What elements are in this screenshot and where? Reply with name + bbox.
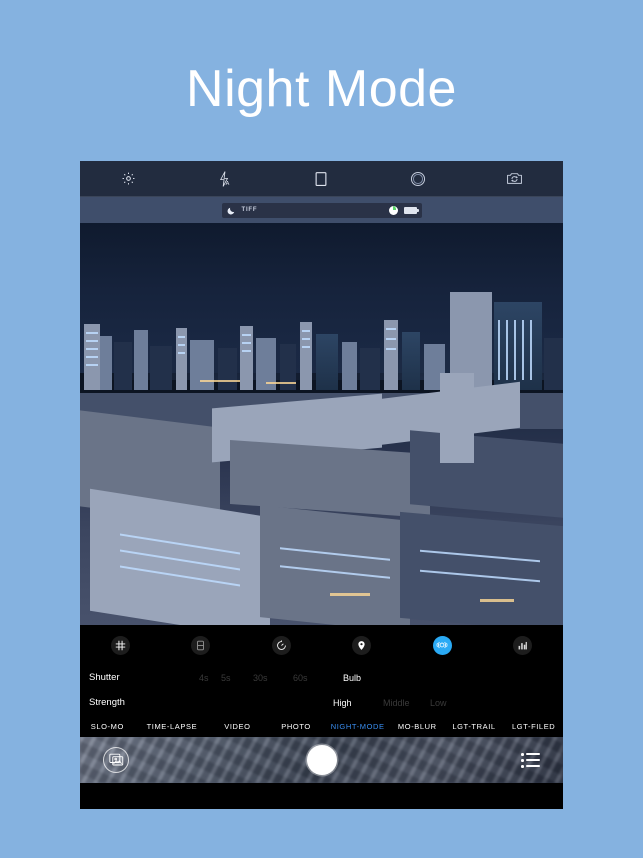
shutter-options: 4s 5s 30s 60s Bulb bbox=[199, 673, 393, 683]
shutter-option-30s[interactable]: 30s bbox=[253, 673, 293, 683]
info-strip: TIFF bbox=[80, 197, 563, 223]
mode-selector[interactable]: SLO-MO TIME-LAPSE VIDEO PHOTO NIGHT-MODE… bbox=[80, 715, 563, 737]
shutter-button[interactable] bbox=[306, 745, 337, 775]
rectangle-icon bbox=[315, 171, 327, 187]
settings-button[interactable] bbox=[80, 161, 177, 196]
mode-slo-mo[interactable]: SLO-MO bbox=[80, 722, 137, 731]
mode-night-mode[interactable]: NIGHT-MODE bbox=[324, 722, 390, 731]
shutter-option-60s[interactable]: 60s bbox=[293, 673, 343, 683]
shutter-option-bulb[interactable]: Bulb bbox=[343, 673, 393, 683]
timer-icon bbox=[271, 635, 291, 655]
svg-text:A: A bbox=[226, 181, 230, 187]
grid-hash-icon bbox=[110, 635, 130, 655]
location-button[interactable] bbox=[322, 635, 403, 655]
shutter-option-5s[interactable]: 5s bbox=[221, 673, 253, 683]
stabilizer-icon bbox=[432, 635, 452, 655]
histogram-icon bbox=[513, 635, 533, 655]
mode-lgt-trail[interactable]: LGT-TRAIL bbox=[444, 722, 505, 731]
shutter-row: Shutter 4s 5s 30s 60s Bulb bbox=[80, 665, 563, 690]
stabilizer-button[interactable] bbox=[402, 635, 483, 655]
timer-button[interactable] bbox=[241, 635, 322, 655]
control-icon-row bbox=[80, 625, 563, 665]
mode-lgt-filed[interactable]: LGT-FILED bbox=[504, 722, 563, 731]
flash-button[interactable]: A bbox=[177, 161, 274, 196]
gear-icon bbox=[121, 171, 136, 186]
format-label: TIFF bbox=[241, 207, 258, 213]
bottom-action-bar bbox=[80, 737, 563, 783]
switch-camera-button[interactable] bbox=[466, 161, 563, 196]
mode-mo-blur[interactable]: MO-BLUR bbox=[391, 722, 444, 731]
mode-time-lapse[interactable]: TIME-LAPSE bbox=[137, 722, 207, 731]
mode-video[interactable]: VIDEO bbox=[207, 722, 268, 731]
strength-options: High Middle Low bbox=[333, 698, 470, 708]
strength-option-high[interactable]: High bbox=[333, 698, 383, 708]
shutter-option-4s[interactable]: 4s bbox=[199, 673, 221, 683]
circle-aperture-icon bbox=[410, 171, 426, 187]
viewfinder-photo[interactable] bbox=[80, 223, 563, 625]
white-dot-indicator bbox=[388, 205, 398, 215]
battery-icon bbox=[403, 206, 419, 214]
aspect-ratio-button[interactable] bbox=[273, 161, 370, 196]
exposure-icon bbox=[191, 635, 211, 655]
shutter-label: Shutter bbox=[89, 672, 120, 683]
strength-row: Strength High Middle Low bbox=[80, 690, 563, 715]
camera-app-frame: A TIFF Shutter 4s 5s 30s 60s Bulb Streng… bbox=[80, 161, 563, 809]
rooftops-foreground bbox=[80, 373, 563, 625]
mode-photo[interactable]: PHOTO bbox=[268, 722, 325, 731]
moon-icon bbox=[227, 206, 236, 215]
location-pin-icon bbox=[352, 635, 372, 655]
flash-auto-icon: A bbox=[218, 170, 232, 187]
format-pill[interactable]: TIFF bbox=[221, 202, 422, 218]
strength-option-low[interactable]: Low bbox=[430, 698, 470, 708]
histogram-button[interactable] bbox=[483, 635, 564, 655]
strength-label: Strength bbox=[89, 697, 125, 708]
camera-flip-icon bbox=[506, 171, 523, 186]
page-title: Night Mode bbox=[186, 60, 457, 118]
exposure-button[interactable] bbox=[161, 635, 242, 655]
gallery-button[interactable] bbox=[103, 747, 129, 773]
strength-option-middle[interactable]: Middle bbox=[383, 698, 430, 708]
grid-button[interactable] bbox=[80, 635, 161, 655]
top-toolbar: A bbox=[80, 161, 563, 197]
aperture-button[interactable] bbox=[370, 161, 467, 196]
gallery-photos-icon bbox=[108, 753, 124, 767]
list-menu-button[interactable] bbox=[521, 752, 541, 768]
